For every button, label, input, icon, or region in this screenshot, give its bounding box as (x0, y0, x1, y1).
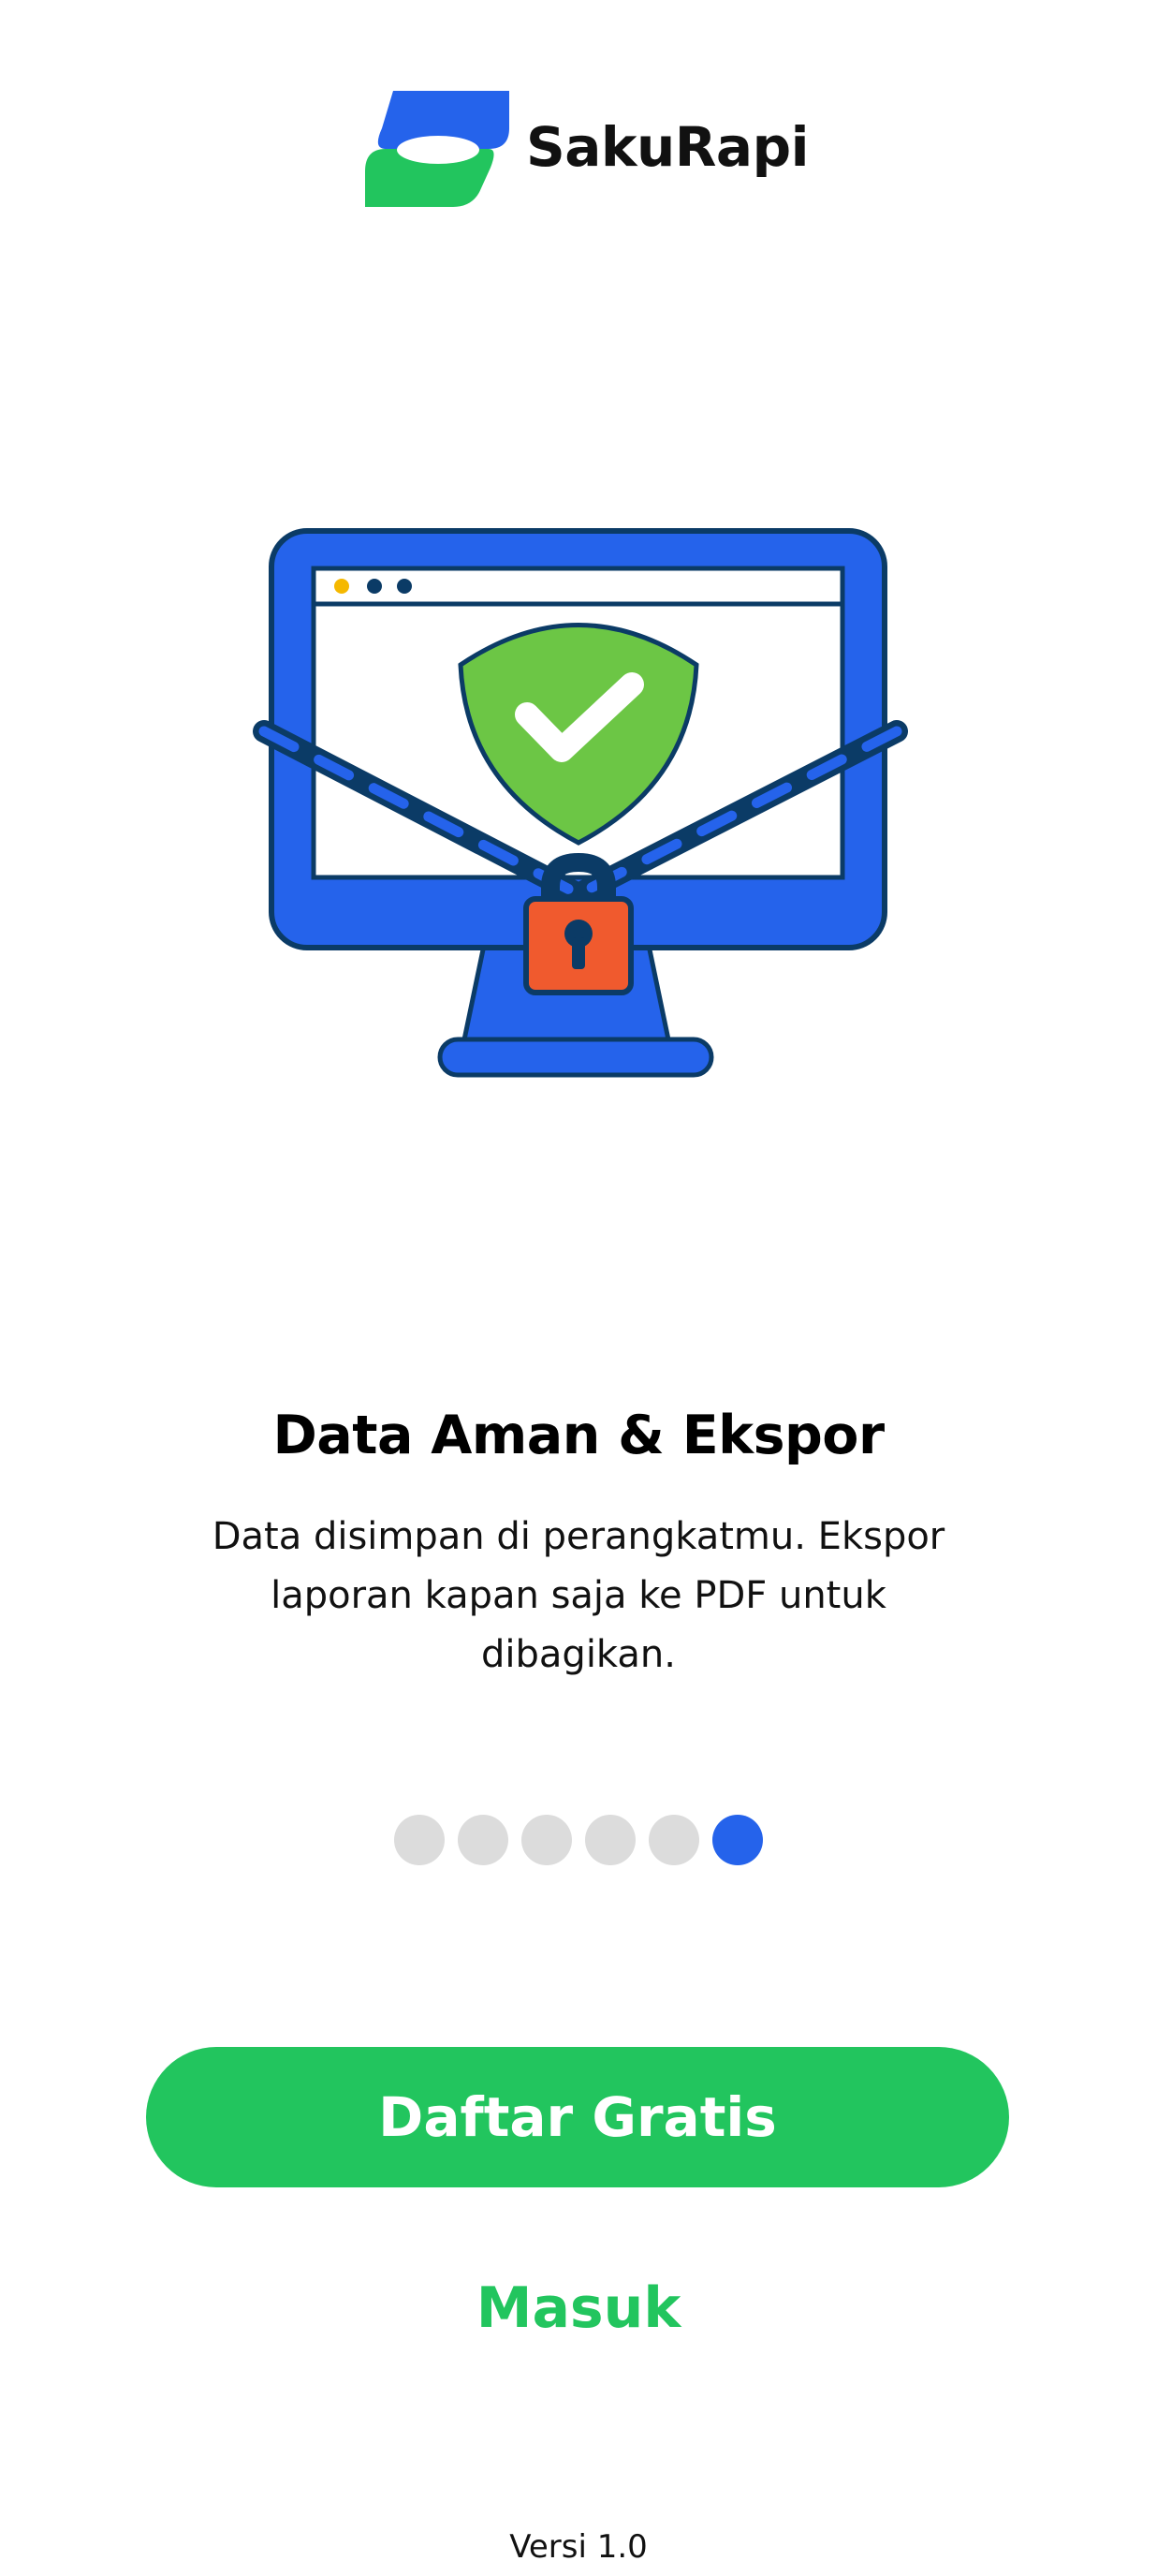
slide-title: Data Aman & Ekspor (272, 1405, 885, 1466)
brand-header: SakuRapi (365, 91, 809, 207)
brand-logo-icon (365, 91, 509, 207)
page-dot[interactable] (649, 1815, 699, 1865)
register-button[interactable]: Daftar Gratis (146, 2047, 1009, 2187)
page-dot-active[interactable] (712, 1815, 763, 1865)
page-dot[interactable] (585, 1815, 636, 1865)
slide-description: Data disimpan di perangkatmu. Ekspor lap… (212, 1515, 945, 1676)
security-illustration (253, 520, 908, 1082)
brand-name: SakuRapi (526, 115, 809, 179)
version-label: Versi 1.0 (509, 2528, 648, 2566)
page-indicator (0, 1815, 1157, 1867)
page-dot[interactable] (394, 1815, 445, 1865)
login-button[interactable]: Masuk (391, 2266, 766, 2350)
page-dot[interactable] (521, 1815, 572, 1865)
page-dot[interactable] (458, 1815, 508, 1865)
